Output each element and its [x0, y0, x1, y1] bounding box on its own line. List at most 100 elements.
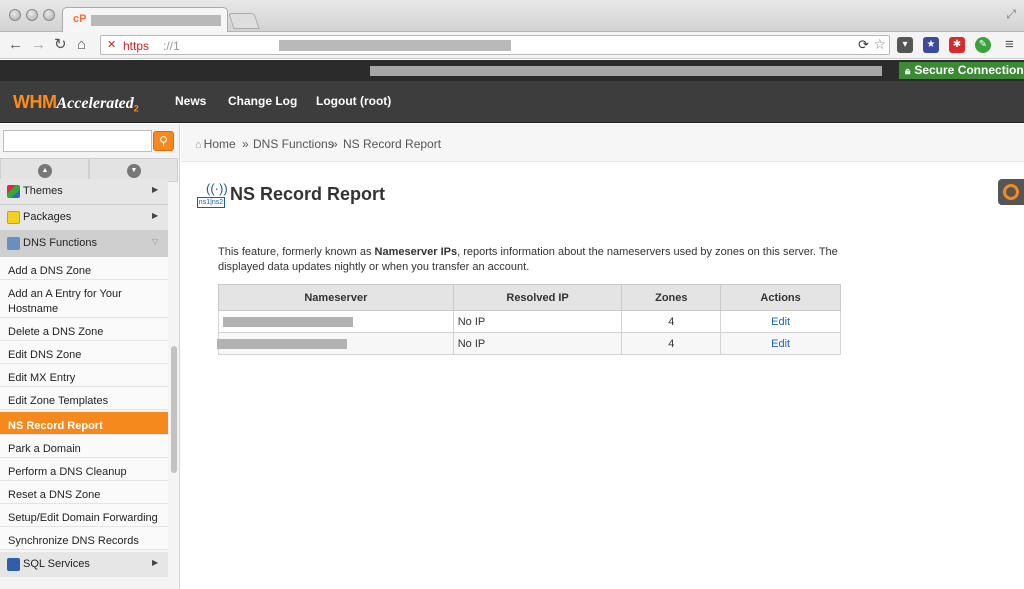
cpanel-favicon-icon: cP: [73, 13, 87, 25]
whm-header: WHMAccelerated2: [0, 81, 1024, 123]
sidebar-category-sql-services[interactable]: SQL Services ▶: [0, 552, 168, 577]
nav-news[interactable]: News: [175, 94, 206, 108]
url-bar[interactable]: ✕ https ://1 ⟳ ☆: [100, 35, 890, 55]
nameserver-cell: [217, 332, 454, 355]
home-icon: ⌂: [195, 139, 202, 151]
sidebar-item-delete-dns-zone[interactable]: Delete a DNS Zone: [0, 318, 168, 341]
sidebar-search: ⚲: [3, 130, 174, 152]
search-icon[interactable]: ⚲: [153, 131, 174, 151]
whm-logo[interactable]: WHMAccelerated2: [13, 92, 139, 113]
col-actions: Actions: [720, 284, 841, 311]
sidebar-scrollbar[interactable]: [171, 346, 177, 473]
sidebar-item-reset-dns-zone[interactable]: Reset a DNS Zone: [0, 481, 168, 504]
browser-toolbar: ← → ↻ ⌂ ✕ https ://1 ⟳ ☆: [0, 32, 1024, 59]
col-zones[interactable]: Zones: [621, 284, 722, 311]
fullscreen-icon[interactable]: ⤢: [1006, 7, 1016, 22]
sidebar-menu: Themes ▶ Packages ▶ DNS Functions ▽ Add …: [0, 179, 168, 577]
breadcrumb: ⌂ Home » DNS Functions » NS Record Report: [181, 124, 1024, 162]
themes-icon: [7, 185, 20, 198]
dns-functions-icon: [7, 237, 20, 250]
sidebar-search-input[interactable]: [3, 130, 152, 152]
page-description: This feature, formerly known as Nameserv…: [218, 246, 838, 273]
refresh-icon[interactable]: ⟳: [858, 37, 869, 53]
ns-record-icon: ((·)) ns1|ns2: [197, 181, 228, 209]
table-header-row: Nameserver Resolved IP Zones Actions: [218, 284, 841, 311]
sidebar-item-edit-dns-zone[interactable]: Edit DNS Zone: [0, 341, 168, 364]
edit-link[interactable]: Edit: [771, 316, 790, 328]
secure-connection-badge[interactable]: 🔒︎ Secure Connection: [899, 62, 1024, 79]
nameserver-redacted: [223, 316, 353, 327]
breadcrumb-home[interactable]: ⌂ Home: [195, 137, 236, 151]
zones-cell: 4: [621, 332, 722, 355]
ns-label: ns1|ns2: [197, 197, 225, 208]
close-window-button[interactable]: [9, 9, 21, 21]
nav-logout[interactable]: Logout (root): [316, 94, 391, 108]
table-row: No IP 4 Edit: [217, 332, 841, 355]
home-icon[interactable]: ⌂: [77, 36, 86, 54]
sql-services-icon: [7, 558, 20, 571]
zones-cell: 4: [621, 310, 722, 333]
sidebar-item-ns-record-report[interactable]: NS Record Report: [0, 412, 168, 435]
minimize-window-button[interactable]: [26, 9, 38, 21]
breadcrumb-separator: »: [242, 137, 249, 151]
nameserver-ips-term: Nameserver IPs: [374, 246, 458, 258]
chevron-right-icon: ▶: [152, 558, 159, 567]
chevron-right-icon: ▶: [152, 185, 159, 194]
lastpass-icon[interactable]: ✱: [949, 37, 965, 53]
sidebar-category-themes[interactable]: Themes ▶: [0, 179, 168, 205]
sidebar-item-add-a-entry[interactable]: Add an A Entry for Your Hostname: [0, 280, 168, 318]
menu-icon[interactable]: ≡: [1005, 37, 1014, 53]
resolved-ip-cell: No IP: [452, 332, 623, 355]
sidebar-item-dns-cleanup[interactable]: Perform a DNS Cleanup: [0, 458, 168, 481]
nameserver-cell: [218, 310, 454, 333]
nav-change-log[interactable]: Change Log: [228, 94, 297, 108]
bookmark-star-icon[interactable]: ☆: [873, 36, 886, 53]
url-scheme: https: [123, 39, 150, 53]
back-icon[interactable]: ←: [8, 36, 23, 54]
col-resolved-ip[interactable]: Resolved IP: [452, 284, 623, 311]
new-tab-button[interactable]: [228, 13, 260, 29]
server-info-redacted: [370, 66, 882, 76]
packages-icon: [7, 211, 20, 224]
sidebar-item-add-dns-zone[interactable]: Add a DNS Zone: [0, 257, 168, 280]
chevron-down-icon: ▽: [152, 237, 159, 246]
sidebar-item-edit-mx-entry[interactable]: Edit MX Entry: [0, 364, 168, 387]
col-nameserver[interactable]: Nameserver: [218, 284, 454, 311]
broken-lock-icon: ✕: [107, 39, 117, 51]
chevron-right-icon: ▶: [152, 211, 159, 220]
sidebar-item-domain-forwarding[interactable]: Setup/Edit Domain Forwarding: [0, 504, 168, 527]
sidebar-item-edit-zone-templates[interactable]: Edit Zone Templates: [0, 387, 168, 410]
actions-cell: Edit: [720, 310, 841, 333]
url-redacted: [279, 40, 511, 51]
breadcrumb-current: NS Record Report: [343, 137, 442, 151]
url-host: ://1: [163, 39, 180, 53]
forward-icon[interactable]: →: [31, 36, 46, 54]
resolved-ip-cell: No IP: [452, 310, 623, 333]
sidebar-category-packages[interactable]: Packages ▶: [0, 205, 168, 231]
evernote-icon[interactable]: ✎: [975, 37, 991, 53]
table-row: No IP 4 Edit: [218, 310, 841, 333]
breadcrumb-dns-functions[interactable]: DNS Functions: [253, 137, 334, 151]
browser-tab[interactable]: cP: [62, 7, 228, 33]
help-lifebuoy-icon[interactable]: [998, 179, 1024, 205]
chevron-up-icon: ▲: [38, 164, 52, 178]
server-info-strip: [0, 60, 1024, 81]
antenna-icon: ((·)): [206, 181, 228, 196]
page-title: NS Record Report: [230, 184, 386, 204]
sidebar-category-dns-functions[interactable]: DNS Functions ▽: [0, 231, 168, 257]
chevron-down-icon: ▼: [127, 164, 141, 178]
nameserver-redacted: [217, 338, 347, 349]
sidebar-item-park-domain[interactable]: Park a Domain: [0, 435, 168, 458]
padlock-icon: 🔒︎: [905, 66, 911, 77]
browser-titlebar: cP ⤢: [0, 0, 1024, 33]
breadcrumb-separator: »: [331, 137, 338, 151]
pocket-icon[interactable]: ▾: [897, 37, 913, 53]
extension-flag-icon[interactable]: ★: [923, 37, 939, 53]
edit-link[interactable]: Edit: [771, 338, 790, 350]
actions-cell: Edit: [720, 332, 841, 355]
zoom-window-button[interactable]: [43, 9, 55, 21]
tab-title-redacted: [91, 15, 221, 26]
secure-connection-label: Secure Connection: [914, 63, 1024, 77]
reload-page-icon[interactable]: ↻: [54, 36, 67, 54]
sidebar-item-synchronize-dns[interactable]: Synchronize DNS Records: [0, 527, 168, 550]
